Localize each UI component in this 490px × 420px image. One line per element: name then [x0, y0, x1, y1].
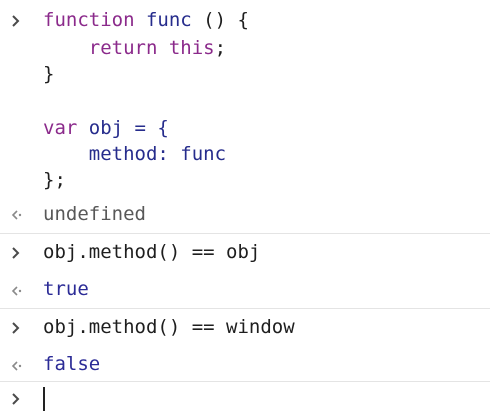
- code-line: }: [43, 62, 54, 86]
- code-text: }: [43, 63, 55, 85]
- output-return-arrow-icon: [11, 361, 22, 371]
- divider: [0, 381, 490, 382]
- input-command[interactable]: obj.method() == obj: [43, 240, 260, 264]
- function-name: func: [134, 9, 204, 31]
- input-prompt-chevron-icon: [12, 322, 20, 334]
- keyword-return: return this: [88, 37, 215, 59]
- keyword-function: function: [43, 9, 135, 31]
- code-text: };: [43, 169, 66, 191]
- code-text: ;: [214, 37, 227, 59]
- keyword-var: var: [43, 117, 78, 139]
- output-return-arrow-icon: [11, 286, 22, 296]
- input-prompt-chevron-icon: [12, 247, 20, 259]
- output-value: false: [43, 353, 101, 375]
- output-return-arrow-icon: [11, 210, 22, 220]
- code-line: method: func: [43, 142, 226, 166]
- input-command[interactable]: obj.method() == window: [43, 315, 295, 339]
- code-text: obj = {: [77, 117, 169, 139]
- input-prompt-chevron-icon: [12, 393, 20, 405]
- code-line: };: [43, 168, 66, 192]
- input-prompt-chevron-icon: [12, 15, 20, 27]
- divider: [0, 308, 490, 309]
- code-text: () {: [203, 9, 249, 31]
- code-line: var obj = {: [43, 116, 169, 140]
- code-line: function func () {: [43, 8, 249, 32]
- console-input-caret[interactable]: [43, 387, 45, 411]
- output-value: true: [43, 278, 89, 300]
- code-text: method: func: [43, 143, 227, 165]
- code-line: return this;: [43, 36, 226, 60]
- output-value: undefined: [43, 203, 146, 225]
- console-panel: function func () { return this; } var ob…: [0, 0, 490, 420]
- divider: [0, 233, 490, 234]
